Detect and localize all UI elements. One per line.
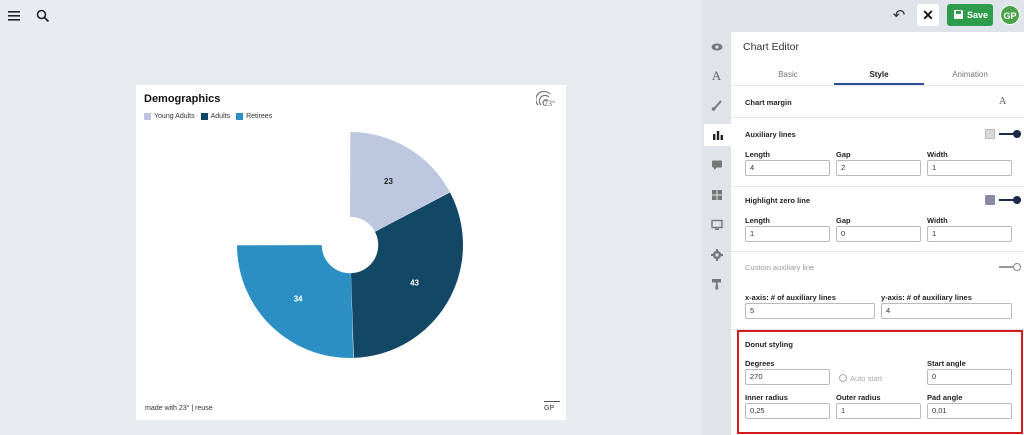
editor-icon-strip: A bbox=[702, 32, 731, 435]
save-button-label: Save bbox=[967, 10, 989, 20]
outer-radius-label: Outer radius bbox=[836, 393, 881, 402]
avatar[interactable]: GP bbox=[1000, 5, 1020, 25]
legend-item: Adults bbox=[200, 113, 231, 120]
auxiliary-lines-toggle[interactable] bbox=[999, 130, 1021, 138]
eye-icon[interactable] bbox=[702, 36, 731, 58]
legend-label: Young Adults bbox=[154, 113, 195, 120]
zero-width-label: Width bbox=[927, 216, 948, 225]
logo-text: 23° bbox=[544, 99, 556, 108]
hamburger-icon[interactable] bbox=[7, 8, 23, 24]
logo: 23° bbox=[536, 91, 558, 111]
editor-title: Chart Editor bbox=[743, 41, 800, 53]
y-axis-aux-label: y-axis: # of auxiliary lines bbox=[881, 293, 972, 302]
aux-width-input[interactable]: 1 bbox=[927, 160, 1012, 176]
comment-icon[interactable] bbox=[702, 154, 731, 176]
section-divider bbox=[731, 329, 1024, 330]
section-divider bbox=[731, 251, 1024, 252]
donut-slice-value-label: 34 bbox=[294, 295, 303, 304]
legend-item: Young Adults bbox=[144, 113, 195, 120]
zero-line-color-swatch[interactable] bbox=[985, 195, 995, 205]
donut-slice-value-label: 43 bbox=[410, 278, 419, 287]
zero-length-input[interactable]: 1 bbox=[745, 226, 830, 242]
auxiliary-lines-label: Auxiliary lines bbox=[745, 130, 796, 139]
save-button[interactable]: Save bbox=[947, 4, 993, 26]
x-axis-aux-input[interactable]: 5 bbox=[745, 303, 875, 319]
tab-animation[interactable]: Animation bbox=[925, 70, 1015, 90]
chart-legend: Young Adults Adults Retirees bbox=[144, 113, 272, 120]
start-angle-input[interactable]: 0 bbox=[927, 369, 1012, 385]
screen-icon[interactable] bbox=[702, 214, 731, 236]
auxiliary-lines-color-swatch[interactable] bbox=[985, 129, 995, 139]
aux-gap-input[interactable]: 2 bbox=[836, 160, 921, 176]
search-icon[interactable] bbox=[35, 8, 51, 24]
gear-icon[interactable] bbox=[702, 244, 731, 266]
aux-length-label: Length bbox=[745, 150, 770, 159]
chart-editor-panel: Chart Editor Basic Style Animation Chart… bbox=[731, 32, 1024, 435]
text-size-icon[interactable]: A bbox=[999, 96, 1006, 107]
start-angle-label: Start angle bbox=[927, 359, 966, 368]
donut-slice-value-label: 23 bbox=[384, 177, 393, 186]
donut-chart: 23 43 34 bbox=[237, 132, 464, 358]
tab-style[interactable]: Style bbox=[834, 70, 924, 90]
grid-icon[interactable] bbox=[702, 184, 731, 206]
aux-gap-label: Gap bbox=[836, 150, 851, 159]
zero-width-input[interactable]: 1 bbox=[927, 226, 1012, 242]
top-bar bbox=[0, 0, 702, 32]
legend-label: Retirees bbox=[246, 113, 273, 120]
auto-start-radio[interactable] bbox=[839, 374, 847, 382]
footer-divider bbox=[544, 401, 560, 402]
custom-auxiliary-line-toggle[interactable] bbox=[999, 263, 1021, 271]
chart-title: Demographics bbox=[144, 93, 221, 105]
tab-basic[interactable]: Basic bbox=[743, 70, 833, 90]
legend-swatch bbox=[236, 113, 244, 120]
paint-roller-icon[interactable] bbox=[702, 273, 731, 295]
degrees-input[interactable]: 270 bbox=[745, 369, 830, 385]
highlight-zero-line-toggle[interactable] bbox=[999, 196, 1021, 204]
chart-author-initials: GP bbox=[544, 405, 555, 412]
pad-angle-input[interactable]: 0,01 bbox=[927, 403, 1012, 419]
legend-label: Adults bbox=[210, 113, 231, 120]
highlight-zero-line-label: Highlight zero line bbox=[745, 196, 810, 205]
zero-gap-label: Gap bbox=[836, 216, 851, 225]
chart-footer[interactable]: made with 23° | reuse bbox=[145, 405, 213, 412]
legend-swatch bbox=[200, 113, 208, 120]
x-axis-aux-label: x-axis: # of auxiliary lines bbox=[745, 293, 836, 302]
bar-chart-icon[interactable] bbox=[704, 124, 731, 146]
auto-start-label: Auto start bbox=[850, 374, 883, 383]
zero-gap-input[interactable]: 0 bbox=[836, 226, 921, 242]
custom-auxiliary-line-label: Custom auxiliary line bbox=[745, 263, 815, 272]
legend-swatch bbox=[144, 113, 151, 120]
tab-divider bbox=[731, 85, 1024, 86]
chart-card: 23 43 34 Demographics Young Adults Adults … bbox=[136, 85, 566, 420]
brush-icon[interactable] bbox=[702, 94, 731, 116]
zero-length-label: Length bbox=[745, 216, 770, 225]
section-divider bbox=[731, 117, 1024, 118]
outer-radius-input[interactable]: 1 bbox=[836, 403, 921, 419]
pad-angle-label: Pad angle bbox=[927, 393, 963, 402]
inner-radius-label: Inner radius bbox=[745, 393, 788, 402]
aux-width-label: Width bbox=[927, 150, 948, 159]
close-button[interactable]: ✕ bbox=[917, 4, 939, 26]
legend-item: Retirees bbox=[236, 113, 272, 120]
section-divider bbox=[731, 186, 1024, 187]
inner-radius-input[interactable]: 0,25 bbox=[745, 403, 830, 419]
y-axis-aux-input[interactable]: 4 bbox=[881, 303, 1012, 319]
donut-styling-label: Donut styling bbox=[745, 340, 793, 349]
text-icon[interactable]: A bbox=[702, 65, 731, 87]
degrees-label: Degrees bbox=[745, 359, 775, 368]
chart-margin-label: Chart margin bbox=[745, 98, 792, 107]
aux-length-input[interactable]: 4 bbox=[745, 160, 830, 176]
undo-icon[interactable]: ↶ bbox=[889, 6, 909, 26]
save-icon bbox=[954, 10, 963, 19]
